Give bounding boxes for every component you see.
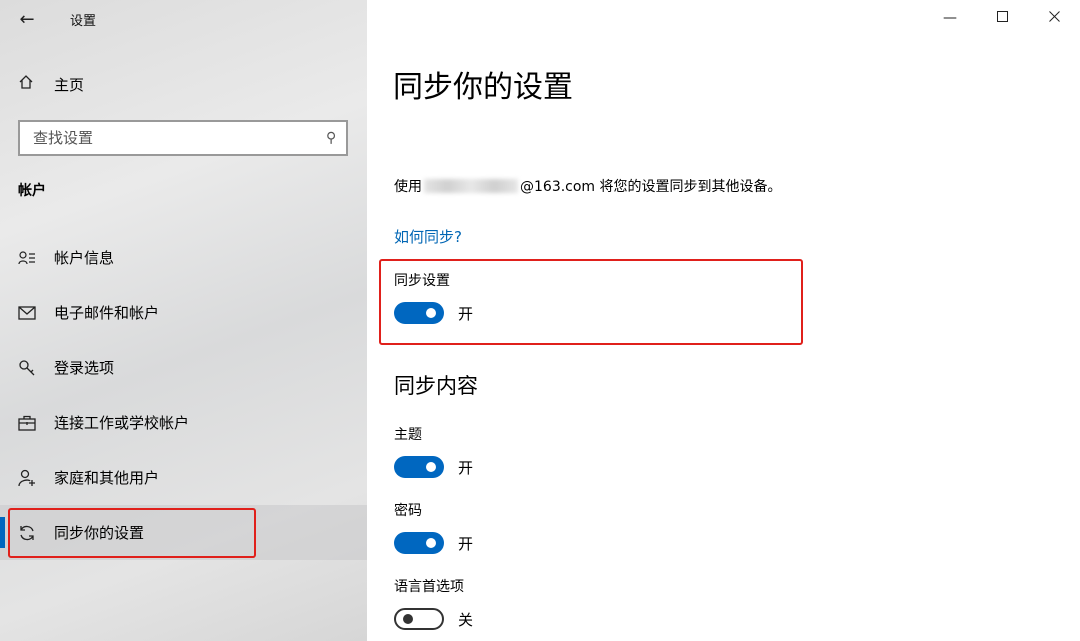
setting-passwords: 密码 开 [394,500,473,554]
person-add-icon [18,469,54,487]
setting-label: 同步设置 [394,273,450,289]
key-icon [18,359,54,377]
language-toggle[interactable] [394,608,444,630]
setting-label: 密码 [394,503,422,519]
sync-icon [18,524,54,542]
toggle-knob [426,462,436,472]
sidebar-item-label: 连接工作或学校帐户 [54,414,190,432]
minimize-icon: — [943,10,957,26]
page-title: 同步你的设置 [393,70,573,105]
sidebar-item-sync-settings[interactable]: 同步你的设置 [0,505,367,560]
sidebar-item-label: 同步你的设置 [54,524,145,542]
sync-description: 使用 @163.com 将您的设置同步到其他设备。 [394,176,782,196]
sidebar-item-label: 主页 [54,75,85,94]
sidebar-item-email[interactable]: 电子邮件和帐户 [0,285,367,340]
toggle-state: 开 [458,534,474,553]
mail-icon [18,305,54,320]
passwords-toggle[interactable] [394,532,444,554]
close-icon [1048,10,1060,26]
sidebar-item-work-school[interactable]: 连接工作或学校帐户 [0,395,367,450]
back-button[interactable]: ← [0,0,54,38]
how-to-sync-link[interactable]: 如何同步? [394,226,462,247]
sidebar-item-family[interactable]: 家庭和其他用户 [0,450,367,505]
search-input[interactable] [33,129,326,147]
briefcase-icon [18,415,54,431]
title-bar: ← 设置 [0,0,367,38]
toggle-state: 开 [458,458,474,477]
blurred-email [424,179,518,193]
setting-language: 语言首选项 关 [394,576,473,630]
sidebar-item-label: 登录选项 [54,359,115,377]
home-icon [18,74,54,94]
sidebar: ← 设置 主页 ⚲ 帐户 帐户信息 电子邮件和帐户 [0,0,367,641]
theme-toggle[interactable] [394,456,444,478]
sidebar-item-label: 电子邮件和帐户 [54,304,160,322]
setting-theme: 主题 开 [394,424,473,478]
setting-label: 主题 [394,427,422,443]
minimize-button[interactable]: — [924,0,976,36]
toggle-state: 关 [458,610,474,629]
setting-label: 语言首选项 [394,579,464,595]
close-button[interactable] [1028,0,1080,36]
window-controls: — [924,0,1080,36]
arrow-left-icon: ← [19,8,35,30]
sync-settings-toggle[interactable] [394,302,444,324]
sidebar-item-home[interactable]: 主页 [0,62,367,106]
maximize-icon [996,10,1008,26]
sync-content-title: 同步内容 [394,374,478,398]
maximize-button[interactable] [976,0,1028,36]
toggle-state: 开 [458,304,474,323]
sidebar-item-label: 帐户信息 [54,249,115,267]
sidebar-item-label: 家庭和其他用户 [54,469,160,487]
description-prefix: 使用 [394,179,422,195]
toggle-knob [403,614,413,624]
toggle-knob [426,538,436,548]
sidebar-nav: 帐户信息 电子邮件和帐户 登录选项 连接工作或学校帐户 家庭和其他用户 同步你的… [0,230,367,560]
toggle-knob [426,308,436,318]
sidebar-item-signin-options[interactable]: 登录选项 [0,340,367,395]
app-title: 设置 [70,13,97,29]
search-icon[interactable]: ⚲ [326,130,336,146]
description-suffix: @163.com 将您的设置同步到其他设备。 [520,179,782,195]
setting-sync: 同步设置 开 [394,270,473,324]
main-content: — 同步你的设置 使用 @163.com 将您的设置同步到其他设备。 如何同步?… [367,0,1080,641]
section-title: 帐户 [18,183,46,199]
search-box[interactable]: ⚲ [18,120,348,156]
person-list-icon [18,250,54,266]
sidebar-item-account-info[interactable]: 帐户信息 [0,230,367,285]
